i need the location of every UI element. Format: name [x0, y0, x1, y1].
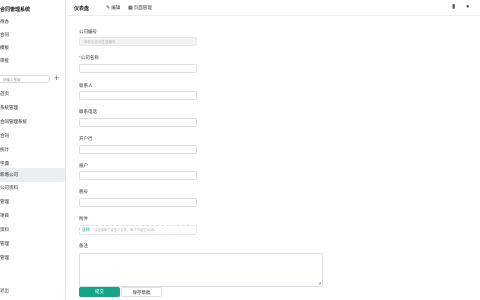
sidebar: 合同管理系统 待办 合同 模板 审批 请输入搜索 + 首页 系统管理 合同管理系…	[0, 0, 66, 300]
tree-item[interactable]: 资料	[0, 224, 65, 235]
menu-search-input[interactable]: 请输入搜索	[0, 75, 50, 83]
grid-icon: ▦	[128, 5, 133, 11]
sidebar-item-contract[interactable]: 合同	[0, 29, 65, 40]
select-file-button[interactable]: 选择	[82, 226, 90, 235]
company-code-label: 公司编号	[79, 29, 97, 34]
save-draft-button[interactable]: 保存草稿	[121, 287, 162, 297]
user-icon[interactable]: ●	[466, 4, 472, 10]
add-icon[interactable]: +	[54, 74, 59, 83]
bank-input[interactable]	[79, 145, 197, 154]
company-code-placeholder: 保存后自动生成编号	[84, 40, 116, 44]
contact-label: 联系人	[79, 83, 93, 88]
submit-button[interactable]: 提交	[79, 287, 120, 297]
tree-item[interactable]: 管理	[0, 196, 65, 207]
book-icon[interactable]: ▮	[452, 4, 458, 10]
edit-label: 编辑	[111, 5, 121, 10]
page-manage-label: 页面管理	[133, 5, 152, 10]
tree-item[interactable]: 公司资料	[0, 182, 65, 193]
tax-no-label: 税号	[79, 189, 88, 194]
pencil-icon: ✎	[106, 5, 111, 11]
tree-item[interactable]: 管理	[0, 252, 65, 263]
tree-item-active[interactable]: 新增公司	[0, 168, 65, 182]
resize-handle-icon[interactable]: ◢	[318, 281, 321, 285]
sidebar-item-template[interactable]: 模板	[0, 42, 65, 53]
company-name-label: *公司名称	[79, 55, 99, 60]
page-tab-title[interactable]: 仪表盘	[74, 5, 89, 12]
tree-item[interactable]: 首页	[0, 88, 65, 99]
logout-link[interactable]: 退出	[0, 288, 9, 294]
account-input[interactable]	[79, 171, 197, 180]
account-label: 账户	[79, 163, 88, 168]
attachment-upload[interactable]: 选择 请选择单个或多个文件，单个不超过50MB	[79, 225, 197, 235]
sidebar-item-todo[interactable]: 待办	[0, 16, 65, 27]
bank-label: 开户行	[79, 136, 93, 141]
contact-input[interactable]	[79, 91, 197, 100]
tree-item[interactable]: 合同	[0, 130, 65, 141]
company-code-input: 保存后自动生成编号	[79, 37, 197, 46]
attachment-label: 附件	[79, 216, 88, 221]
edit-button[interactable]: ✎编辑	[106, 5, 120, 11]
remark-textarea[interactable]: ◢	[79, 253, 323, 287]
phone-input[interactable]	[79, 118, 197, 127]
sidebar-item-approval[interactable]: 审批	[0, 55, 65, 66]
company-name-input[interactable]	[79, 64, 197, 73]
tax-no-input[interactable]	[79, 198, 197, 207]
page-manage-button[interactable]: ▦页面管理	[128, 5, 152, 11]
tree-item[interactable]: 项目	[0, 210, 65, 221]
tree-item[interactable]: 合同管理系统	[0, 116, 65, 127]
tree-item[interactable]: 管理	[0, 238, 65, 249]
tree-item[interactable]: 系统管理	[0, 102, 65, 113]
app-title: 合同管理系统	[0, 7, 31, 13]
upload-hint: 请选择单个或多个文件，单个不超过50MB	[94, 228, 156, 232]
remark-label: 备注	[79, 243, 88, 248]
top-bar: 仪表盘 ✎编辑 ▦页面管理 ▮ ●	[66, 0, 480, 16]
tree-item[interactable]: 统计	[0, 144, 65, 155]
phone-label: 联系电话	[79, 109, 97, 114]
